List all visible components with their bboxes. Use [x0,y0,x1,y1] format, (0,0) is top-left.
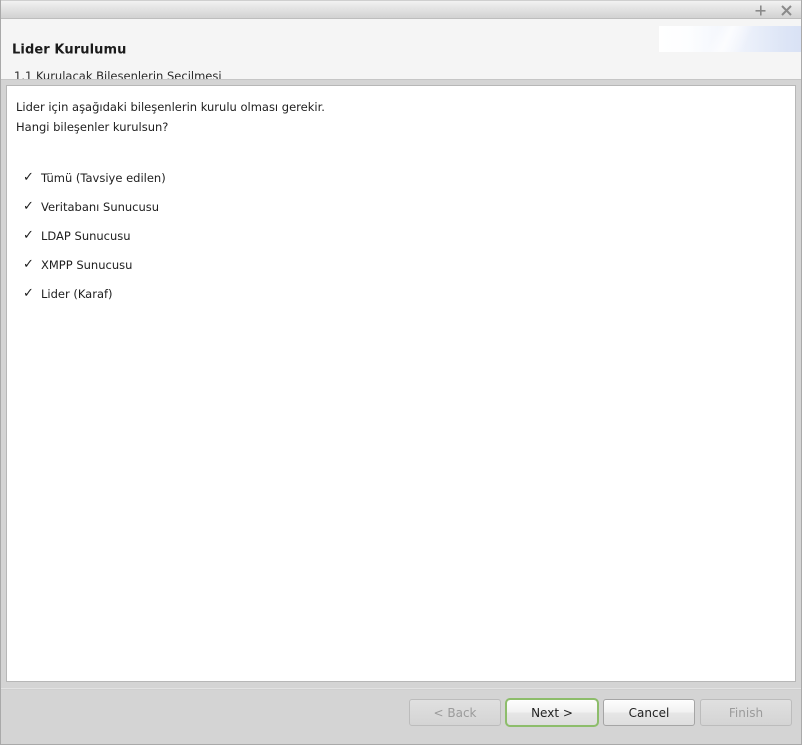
component-label: Tümü (Tavsiye edilen) [41,170,166,185]
check-icon: ✓ [23,286,34,301]
intro-line-1: Lider için aşağıdaki bileşenlerin kurulu… [16,100,325,114]
cancel-button[interactable]: Cancel [603,699,695,726]
check-icon: ✓ [23,170,34,185]
content-area: Lider için aşağıdaki bileşenlerin kurulu… [1,80,801,682]
button-row: < Back Next > Cancel Finish [409,698,792,727]
list-item[interactable]: ✓ Tümü (Tavsiye edilen) [7,163,795,192]
component-label: Veritabanı Sunucusu [41,199,160,214]
wizard-header: Lider Kurulumu 1.1 Kurulacak Bileşenleri… [1,19,801,80]
list-item[interactable]: ✓ Lider (Karaf) [7,279,795,308]
title-bar-buttons [754,1,793,19]
intro-text: Lider için aşağıdaki bileşenlerin kurulu… [16,97,795,137]
next-button[interactable]: Next > [505,698,599,727]
component-list: ✓ Tümü (Tavsiye edilen) ✓ Veritabanı Sun… [7,163,795,308]
installer-window: Lider Kurulumu 1.1 Kurulacak Bileşenleri… [0,0,802,745]
component-label: Lider (Karaf) [41,286,113,301]
check-icon: ✓ [23,228,34,243]
component-label: XMPP Sunucusu [41,257,133,272]
close-icon[interactable] [780,4,793,17]
page-title: Lider Kurulumu [12,42,127,58]
content-panel: Lider için aşağıdaki bileşenlerin kurulu… [6,85,796,682]
brand-banner-image [659,26,801,52]
list-item[interactable]: ✓ LDAP Sunucusu [7,221,795,250]
plus-icon[interactable] [754,4,767,17]
finish-button[interactable]: Finish [700,699,792,726]
intro-line-2: Hangi bileşenler kurulsun? [16,120,169,134]
title-bar [1,0,801,19]
back-button[interactable]: < Back [409,699,501,726]
component-label: LDAP Sunucusu [41,228,131,243]
page-subtitle: 1.1 Kurulacak Bileşenlerin Seçilmesi [14,69,222,80]
list-item[interactable]: ✓ Veritabanı Sunucusu [7,192,795,221]
check-icon: ✓ [23,199,34,214]
wizard-button-bar: < Back Next > Cancel Finish [1,682,801,744]
list-item[interactable]: ✓ XMPP Sunucusu [7,250,795,279]
check-icon: ✓ [23,257,34,272]
